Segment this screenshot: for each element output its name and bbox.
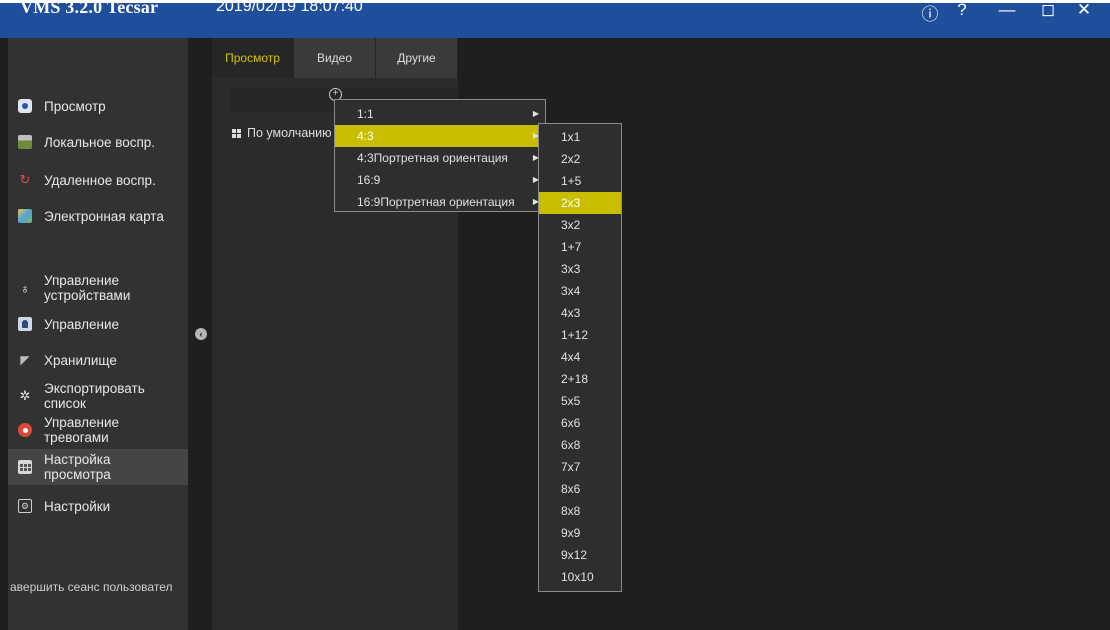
maximize-button[interactable]: ◻: [1036, 0, 1060, 20]
menu-item-1-1[interactable]: 1:1 ▶: [335, 103, 545, 125]
logout-button[interactable]: авершить сеанс пользовател: [10, 580, 172, 594]
alarm-management-icon: [18, 423, 32, 437]
collapse-sidebar-icon[interactable]: ‹: [195, 328, 207, 340]
preview-icon: [18, 99, 32, 113]
sidebar-item-label: Настройки: [44, 498, 111, 514]
remote-playback-icon: ↻: [19, 172, 31, 187]
submenu-item-layout[interactable]: 2x2: [539, 148, 621, 170]
submenu-item-layout[interactable]: 2x3: [539, 192, 621, 214]
user-management-icon: [18, 317, 32, 331]
menu-item-label: 16:9Портретная ориентация: [357, 195, 515, 209]
default-layout-label: По умолчанию: [247, 126, 332, 140]
sidebar-item-label: Управление устройствами: [44, 273, 131, 303]
menu-item-16-9[interactable]: 16:9 ▶: [335, 169, 545, 191]
layout-submenu: 1x1 2x2 1+5 2x3 3x2 1+7 3x3 3x4 4x3 1+12 4x4 2+18 5x…: [538, 123, 622, 592]
sidebar-item-user-management[interactable]: Управление: [8, 306, 188, 342]
sidebar-item-preview[interactable]: Просмотр: [8, 88, 188, 124]
submenu-item-layout[interactable]: 3x2: [539, 214, 621, 236]
menu-item-4-3[interactable]: 4:3 ▶: [335, 125, 545, 147]
submenu-item-layout[interactable]: 7x7: [539, 456, 621, 478]
aspect-ratio-menu: 1:1 ▶ 4:3 ▶ 4:3Портретная ориентация ▶ 16:9…: [334, 99, 546, 212]
submenu-item-layout[interactable]: 2+18: [539, 368, 621, 390]
sidebar-item-label: Настройка просмотра: [44, 452, 111, 482]
submenu-item-layout[interactable]: 9x12: [539, 544, 621, 566]
submenu-item-layout[interactable]: 1+7: [539, 236, 621, 258]
tab-preview[interactable]: Просмотр: [212, 38, 294, 78]
submenu-item-layout[interactable]: 5x5: [539, 390, 621, 412]
submenu-item-layout[interactable]: 1x1: [539, 126, 621, 148]
settings-icon: ⚙: [18, 499, 32, 513]
submenu-item-layout[interactable]: 6x8: [539, 434, 621, 456]
menu-item-label: 4:3Портретная ориентация: [357, 151, 508, 165]
tab-video[interactable]: Видео: [294, 38, 376, 78]
sidebar-item-label: Экспортировать список: [44, 381, 145, 411]
sidebar-item-local-playback[interactable]: Локальное воспр.: [8, 124, 188, 160]
view-settings-icon: [18, 460, 32, 474]
e-map-icon: [18, 209, 32, 223]
sidebar-item-label: Просмотр: [44, 98, 106, 114]
sidebar-item-device-management[interactable]: ♁ Управление устройствами: [8, 270, 188, 306]
submenu-item-layout[interactable]: 8x8: [539, 500, 621, 522]
help-icon[interactable]: ?: [950, 0, 974, 20]
grid-icon: [232, 128, 241, 138]
sidebar-item-label: Электронная карта: [44, 208, 164, 224]
sidebar-item-e-map[interactable]: Электронная карта: [8, 198, 188, 234]
submenu-item-layout[interactable]: 6x6: [539, 412, 621, 434]
title-bar: VMS 3.2.0 Tecsar 2019/02/19 18:07:40 ⓘ ?…: [0, 0, 1110, 38]
submenu-item-layout[interactable]: 3x3: [539, 258, 621, 280]
sidebar-item-label: Управление: [44, 316, 120, 332]
sidebar-item-alarm-management[interactable]: Управление тревогами: [8, 412, 188, 448]
menu-item-label: 1:1: [357, 107, 374, 121]
submenu-item-layout[interactable]: 1+5: [539, 170, 621, 192]
sidebar: Просмотр Локальное воспр. ↻ Удаленное во…: [8, 38, 188, 630]
info-icon[interactable]: ⓘ: [918, 0, 942, 25]
export-list-icon: ✲: [19, 388, 31, 403]
minimize-button[interactable]: —: [995, 0, 1019, 20]
sidebar-item-label: Хранилище: [44, 352, 117, 368]
tab-other[interactable]: Другие: [376, 38, 458, 78]
menu-item-label: 16:9: [357, 173, 381, 187]
sidebar-item-storage[interactable]: ◤ Хранилище: [8, 342, 188, 378]
sidebar-item-remote-playback[interactable]: ↻ Удаленное воспр.: [8, 162, 188, 198]
submenu-item-layout[interactable]: 3x4: [539, 280, 621, 302]
submenu-item-layout[interactable]: 10x10: [539, 566, 621, 588]
sidebar-item-label: Управление тревогами: [44, 415, 120, 445]
sidebar-item-label: Удаленное воспр.: [44, 172, 156, 188]
local-playback-icon: [18, 135, 32, 149]
submenu-item-layout[interactable]: 4x3: [539, 302, 621, 324]
sidebar-item-label: Локальное воспр.: [44, 134, 156, 150]
panel-tabs: Просмотр Видео Другие: [212, 38, 458, 78]
datetime-display: 2019/02/19 18:07:40: [216, 0, 363, 15]
submenu-item-layout[interactable]: 4x4: [539, 346, 621, 368]
sidebar-item-view-settings[interactable]: Настройка просмотра: [8, 449, 188, 485]
sidebar-item-export-list[interactable]: ✲ Экспортировать список: [8, 378, 188, 414]
device-management-icon: ♁: [20, 280, 30, 296]
submenu-item-layout[interactable]: 1+12: [539, 324, 621, 346]
menu-item-4-3-portrait[interactable]: 4:3Портретная ориентация ▶: [335, 147, 545, 169]
close-button[interactable]: ✕: [1072, 0, 1096, 20]
menu-item-label: 4:3: [357, 129, 374, 143]
default-layout-item[interactable]: По умолчанию: [232, 126, 332, 140]
submenu-item-layout[interactable]: 8x6: [539, 478, 621, 500]
submenu-item-layout[interactable]: 9x9: [539, 522, 621, 544]
storage-icon: ◤: [20, 353, 30, 367]
sidebar-item-settings[interactable]: ⚙ Настройки: [8, 488, 188, 524]
app-title: VMS 3.2.0 Tecsar: [20, 0, 159, 17]
menu-item-16-9-portrait[interactable]: 16:9Портретная ориентация ▶: [335, 191, 545, 213]
submenu-arrow-icon: ▶: [532, 109, 539, 118]
